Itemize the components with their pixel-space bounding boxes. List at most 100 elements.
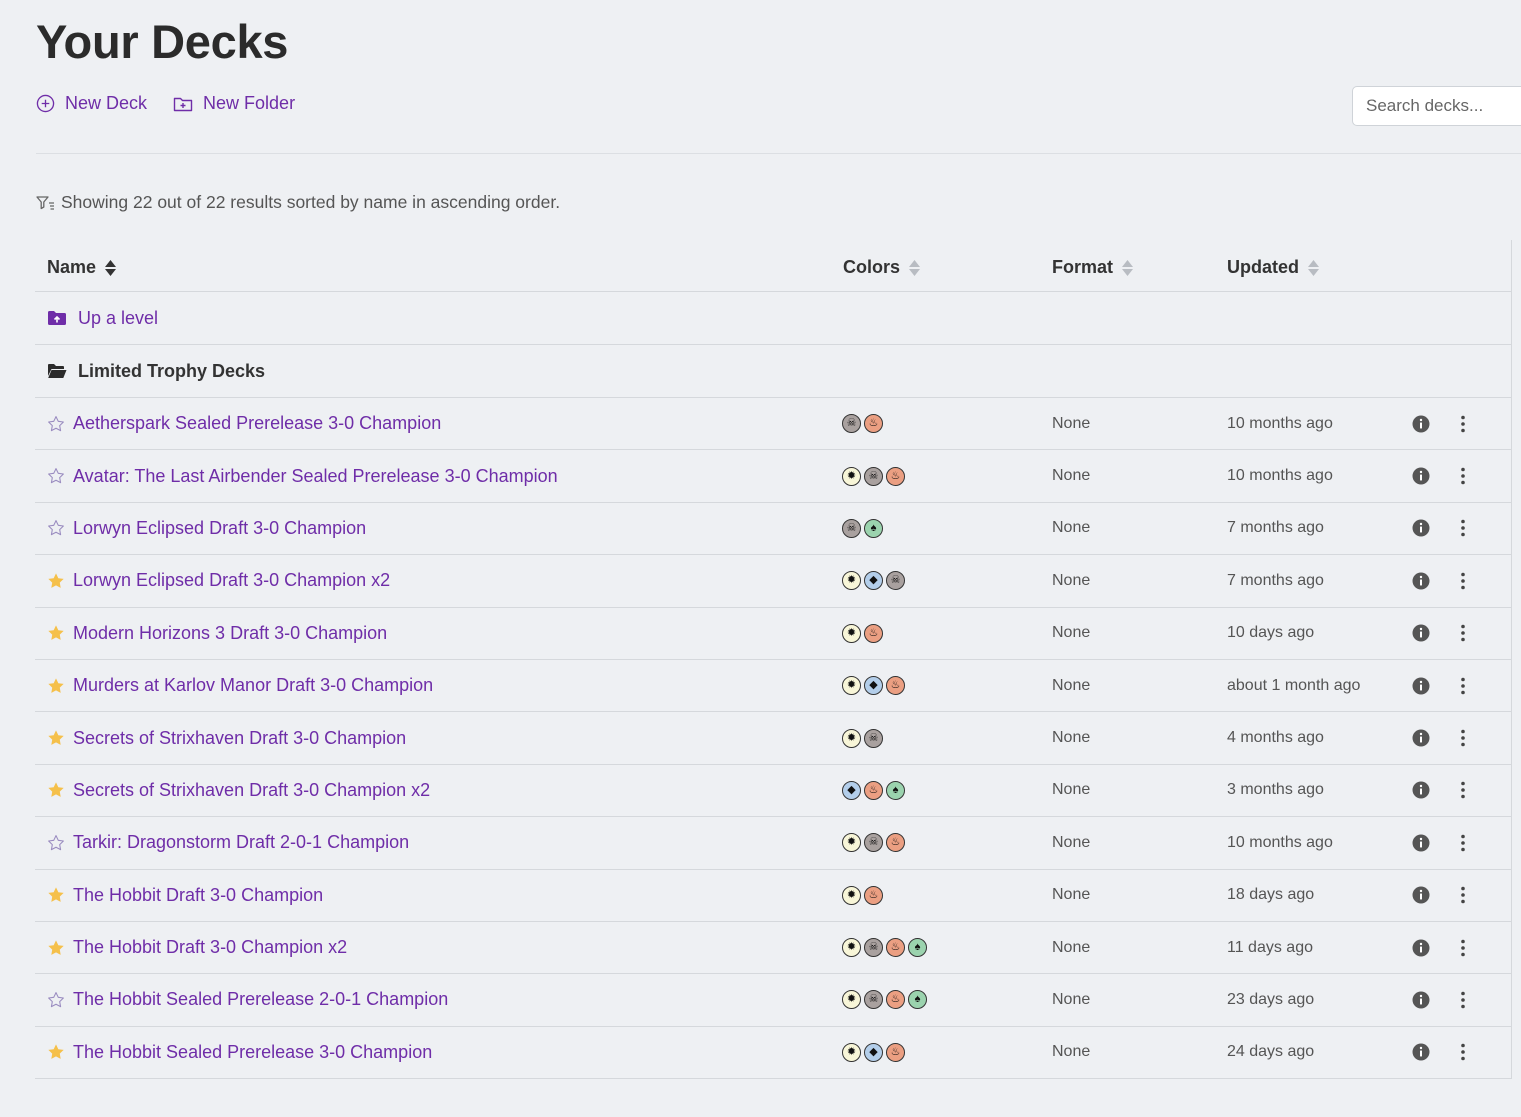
deck-info-button[interactable] bbox=[1412, 503, 1430, 554]
sun-icon: ✹ bbox=[842, 623, 861, 643]
star-icon[interactable] bbox=[47, 729, 65, 747]
info-icon bbox=[1412, 991, 1430, 1009]
column-header-updated-label: Updated bbox=[1227, 257, 1299, 277]
color-pips: ✹ ☠ ♨ ♠ bbox=[842, 922, 930, 973]
deck-menu-button[interactable] bbox=[1460, 503, 1466, 554]
table-row[interactable]: Lorwyn Eclipsed Draft 3-0 Champion ☠ ♠ None… bbox=[35, 503, 1511, 556]
deck-info-button[interactable] bbox=[1412, 450, 1430, 501]
deck-info-button[interactable] bbox=[1412, 974, 1430, 1025]
deck-name-link[interactable]: Secrets of Strixhaven Draft 3-0 Champion… bbox=[73, 780, 430, 801]
deck-info-button[interactable] bbox=[1412, 660, 1430, 711]
deck-info-button[interactable] bbox=[1412, 712, 1430, 763]
page-title: Your Decks bbox=[36, 15, 289, 68]
deck-name-link[interactable]: Avatar: The Last Airbender Sealed Prerel… bbox=[73, 466, 558, 487]
star-outline-icon[interactable] bbox=[47, 467, 65, 485]
up-a-level-row[interactable]: Up a level bbox=[35, 292, 1511, 345]
deck-name-link[interactable]: Modern Horizons 3 Draft 3-0 Champion bbox=[73, 623, 387, 644]
tree-icon: ♠ bbox=[886, 780, 905, 800]
column-header-format[interactable]: Format bbox=[1052, 257, 1134, 278]
deck-updated: 3 months ago bbox=[1227, 781, 1324, 799]
column-header-updated[interactable]: Updated bbox=[1227, 257, 1320, 278]
deck-menu-button[interactable] bbox=[1460, 712, 1466, 763]
deck-name-link[interactable]: Lorwyn Eclipsed Draft 3-0 Champion bbox=[73, 518, 366, 539]
column-header-colors[interactable]: Colors bbox=[843, 257, 921, 278]
star-icon[interactable] bbox=[47, 624, 65, 642]
deck-name-link[interactable]: The Hobbit Draft 3-0 Champion bbox=[73, 885, 323, 906]
deck-menu-button[interactable] bbox=[1460, 450, 1466, 501]
deck-menu-button[interactable] bbox=[1460, 817, 1466, 868]
sort-icon bbox=[1122, 259, 1134, 276]
search-input[interactable] bbox=[1352, 86, 1521, 126]
table-row[interactable]: Secrets of Strixhaven Draft 3-0 Champion… bbox=[35, 712, 1511, 765]
star-icon[interactable] bbox=[47, 939, 65, 957]
color-pips: ✹ ◆ ☠ bbox=[842, 555, 908, 606]
star-outline-icon[interactable] bbox=[47, 991, 65, 1009]
deck-name-link[interactable]: The Hobbit Sealed Prerelease 3-0 Champio… bbox=[73, 1042, 432, 1063]
star-outline-icon[interactable] bbox=[47, 834, 65, 852]
deck-menu-button[interactable] bbox=[1460, 398, 1466, 449]
deck-menu-button[interactable] bbox=[1460, 765, 1466, 816]
deck-menu-button[interactable] bbox=[1460, 870, 1466, 921]
table-row[interactable]: The Hobbit Sealed Prerelease 3-0 Champio… bbox=[35, 1027, 1511, 1080]
deck-format: None bbox=[1052, 414, 1091, 432]
deck-info-button[interactable] bbox=[1412, 555, 1430, 606]
deck-name-link[interactable]: Aetherspark Sealed Prerelease 3-0 Champi… bbox=[73, 413, 441, 434]
table-row[interactable]: Lorwyn Eclipsed Draft 3-0 Champion x2 ✹ ◆ ☠… bbox=[35, 555, 1511, 608]
table-row[interactable]: Tarkir: Dragonstorm Draft 2-0-1 Champion… bbox=[35, 817, 1511, 870]
column-header-name[interactable]: Name bbox=[47, 257, 117, 278]
fire-icon: ♨ bbox=[864, 414, 883, 434]
star-icon[interactable] bbox=[47, 886, 65, 904]
star-outline-icon[interactable] bbox=[47, 415, 65, 433]
table-row[interactable]: The Hobbit Sealed Prerelease 2-0-1 Champ… bbox=[35, 974, 1511, 1027]
skull-icon: ☠ bbox=[842, 518, 861, 538]
header-divider bbox=[36, 153, 1521, 154]
deck-name-link[interactable]: Tarkir: Dragonstorm Draft 2-0-1 Champion bbox=[73, 832, 409, 853]
up-a-level-link[interactable]: Up a level bbox=[78, 308, 158, 329]
table-row[interactable]: The Hobbit Draft 3-0 Champion ✹ ♨ None 18 da… bbox=[35, 870, 1511, 922]
deck-info-button[interactable] bbox=[1412, 608, 1430, 659]
star-icon[interactable] bbox=[47, 1043, 65, 1061]
more-vertical-icon bbox=[1461, 991, 1465, 1009]
deck-info-button[interactable] bbox=[1412, 922, 1430, 973]
sun-icon: ✹ bbox=[842, 571, 861, 591]
deck-name-link[interactable]: The Hobbit Sealed Prerelease 2-0-1 Champ… bbox=[73, 989, 448, 1010]
deck-name-cell: The Hobbit Sealed Prerelease 3-0 Champio… bbox=[47, 1027, 432, 1078]
new-folder-button[interactable]: New Folder bbox=[173, 93, 295, 114]
more-vertical-icon bbox=[1461, 677, 1465, 694]
deck-info-button[interactable] bbox=[1412, 765, 1430, 816]
deck-info-button[interactable] bbox=[1412, 870, 1430, 921]
star-outline-icon[interactable] bbox=[47, 519, 65, 537]
table-row[interactable]: Aetherspark Sealed Prerelease 3-0 Champi… bbox=[35, 398, 1511, 451]
table-row[interactable]: Modern Horizons 3 Draft 3-0 Champion ✹ ♨ No… bbox=[35, 608, 1511, 660]
table-row[interactable]: Murders at Karlov Manor Draft 3-0 Champi… bbox=[35, 660, 1511, 713]
new-deck-button[interactable]: New Deck bbox=[36, 93, 147, 114]
skull-icon: ☠ bbox=[864, 833, 883, 853]
deck-info-button[interactable] bbox=[1412, 817, 1430, 868]
deck-format: None bbox=[1052, 519, 1091, 537]
star-icon[interactable] bbox=[47, 677, 65, 695]
deck-name-link[interactable]: Secrets of Strixhaven Draft 3-0 Champion bbox=[73, 728, 406, 749]
deck-menu-button[interactable] bbox=[1460, 660, 1466, 711]
deck-name-link[interactable]: The Hobbit Draft 3-0 Champion x2 bbox=[73, 937, 347, 958]
info-icon bbox=[1412, 939, 1430, 957]
deck-name-link[interactable]: Murders at Karlov Manor Draft 3-0 Champi… bbox=[73, 675, 433, 696]
deck-name-link[interactable]: Lorwyn Eclipsed Draft 3-0 Champion x2 bbox=[73, 570, 390, 591]
table-row[interactable]: Avatar: The Last Airbender Sealed Prerel… bbox=[35, 450, 1511, 503]
table-row[interactable]: Secrets of Strixhaven Draft 3-0 Champion… bbox=[35, 765, 1511, 818]
star-icon[interactable] bbox=[47, 572, 65, 590]
deck-info-button[interactable] bbox=[1412, 398, 1430, 449]
more-vertical-icon bbox=[1461, 729, 1465, 747]
deck-menu-button[interactable] bbox=[1460, 974, 1466, 1025]
deck-info-button[interactable] bbox=[1412, 1027, 1430, 1078]
star-icon[interactable] bbox=[47, 781, 65, 799]
folder-row[interactable]: Limited Trophy Decks bbox=[35, 345, 1511, 398]
deck-updated: 10 days ago bbox=[1227, 624, 1315, 642]
tree-icon: ♠ bbox=[908, 990, 927, 1010]
deck-menu-button[interactable] bbox=[1460, 555, 1466, 606]
fire-icon: ♨ bbox=[886, 990, 905, 1010]
deck-menu-button[interactable] bbox=[1460, 1027, 1466, 1078]
deck-menu-button[interactable] bbox=[1460, 608, 1466, 659]
more-vertical-icon bbox=[1461, 782, 1465, 799]
table-row[interactable]: The Hobbit Draft 3-0 Champion x2 ✹ ☠ ♨ ♠ None… bbox=[35, 922, 1511, 975]
deck-menu-button[interactable] bbox=[1460, 922, 1466, 973]
